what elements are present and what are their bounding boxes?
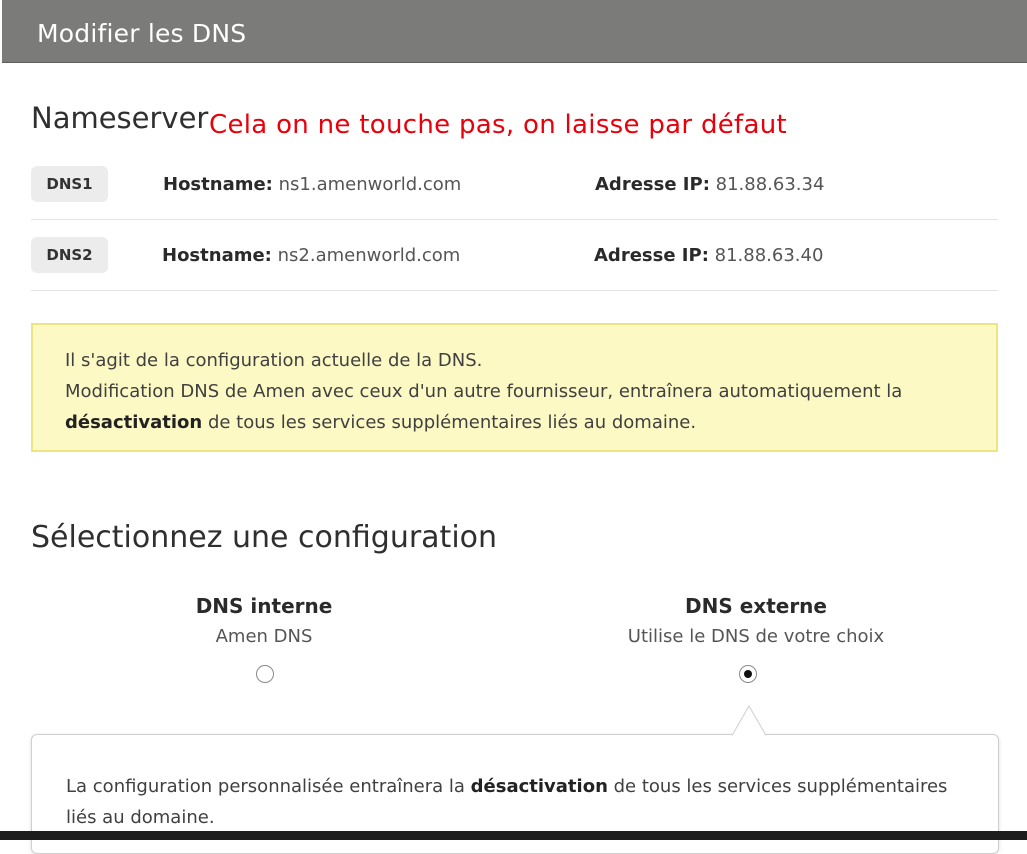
dns1-ip: Adresse IP: 81.88.63.34 [595, 174, 824, 195]
option-subtitle: Utilise le DNS de votre choix [627, 626, 885, 647]
hostname-value: ns1.amenworld.com [278, 174, 462, 195]
dialog-title-bar: Modifier les DNS [2, 0, 1027, 63]
option-dns-externe[interactable]: DNS externe Utilise le DNS de votre choi… [586, 594, 926, 647]
hostname-value: ns2.amenworld.com [277, 245, 461, 266]
ip-label: Adresse IP: [594, 245, 709, 266]
notice-bold-word: désactivation [65, 412, 203, 433]
radio-dns-interne[interactable] [256, 665, 274, 683]
popover-text-start: La configuration personnalisée entraîner… [66, 776, 471, 797]
option-subtitle: Amen DNS [215, 626, 313, 647]
dns2-badge: DNS2 [31, 237, 108, 273]
option-title: DNS externe [685, 594, 827, 618]
notice-line-3: désactivation de tous les services suppl… [65, 407, 964, 438]
notice-line-3-rest: de tous les services supplémentaires lié… [202, 412, 697, 433]
popover-arrow-icon [732, 705, 766, 736]
ip-label: Adresse IP: [595, 174, 710, 195]
nameserver-heading: Nameserver [31, 101, 209, 135]
popover-bold-word: désactivation [470, 776, 608, 797]
notice-line-2: Modification DNS de Amen avec ceux d'un … [65, 381, 903, 402]
dns1-badge: DNS1 [31, 166, 108, 202]
dns1-hostname: Hostname: ns1.amenworld.com [163, 174, 461, 195]
radio-dns-externe[interactable] [739, 665, 757, 683]
dns-row-1: DNS1 Hostname: ns1.amenworld.com Adresse… [31, 150, 998, 220]
hostname-label: Hostname: [162, 245, 272, 266]
dns2-hostname: Hostname: ns2.amenworld.com [162, 245, 460, 266]
ip-value: 81.88.63.34 [715, 174, 825, 195]
hostname-label: Hostname: [163, 174, 273, 195]
annotation-text: Cela on ne touche pas, on laisse par déf… [209, 110, 788, 140]
dns2-ip: Adresse IP: 81.88.63.40 [594, 245, 823, 266]
notice-line-1: Il s'agit de la configuration actuelle d… [65, 350, 483, 371]
popover-text: La configuration personnalisée entraîner… [66, 771, 966, 833]
dialog-title: Modifier les DNS [37, 19, 247, 48]
option-dns-interne[interactable]: DNS interne Amen DNS [94, 594, 434, 647]
warning-notice: Il s'agit de la configuration actuelle d… [31, 323, 998, 452]
bottom-edge [0, 831, 1027, 840]
config-heading: Sélectionnez une configuration [31, 520, 498, 555]
dns-row-2: DNS2 Hostname: ns2.amenworld.com Adresse… [31, 221, 998, 291]
ip-value: 81.88.63.40 [714, 245, 824, 266]
option-title: DNS interne [195, 594, 333, 618]
